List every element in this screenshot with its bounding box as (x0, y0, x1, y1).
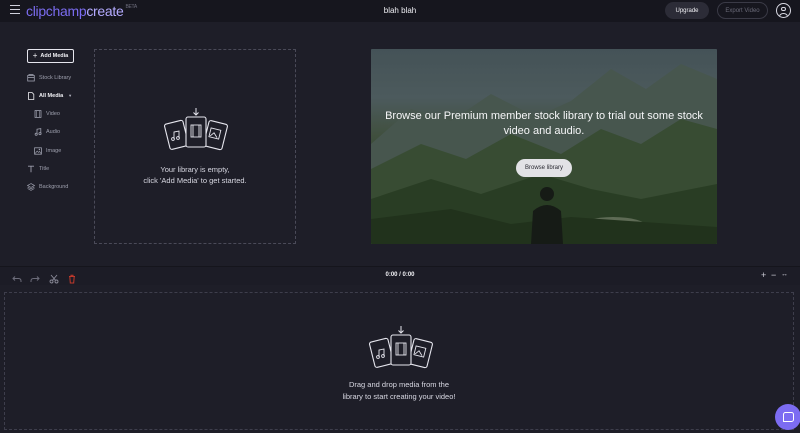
title-icon (28, 165, 34, 172)
sidebar-item-label: Background (39, 183, 69, 190)
zoom-out-icon[interactable]: − (771, 269, 776, 281)
promo-text-line2: video and audio. (503, 125, 585, 137)
media-library-panel[interactable]: Your library is empty, click 'Add Media'… (94, 49, 296, 244)
add-media-label: Add Media (40, 53, 69, 59)
add-media-button[interactable]: + Add Media (27, 49, 74, 63)
sidebar-item-label: All Media (39, 92, 64, 99)
sidebar-item-label: Title (39, 165, 50, 172)
sidebar-item-label: Audio (46, 128, 61, 135)
layers-icon (27, 182, 35, 191)
sidebar-item-label: Image (46, 147, 62, 154)
undo-icon[interactable] (12, 271, 22, 282)
film-icon (34, 109, 42, 118)
timeline-drop-message: Drag and drop media from the library to … (5, 379, 793, 403)
library-empty-line1: Your library is empty, (160, 165, 230, 174)
promo-text-line1: Browse our Premium member stock library … (385, 110, 703, 122)
document-icon (28, 91, 35, 100)
top-bar: clipchampcreate BETA blah blah Upgrade Ex… (0, 0, 800, 22)
stock-library-icon (27, 73, 35, 81)
upgrade-button[interactable]: Upgrade (665, 2, 709, 19)
project-title[interactable]: blah blah (340, 6, 460, 15)
media-files-icon (368, 326, 433, 369)
sidebar-item-all-media[interactable]: All Media ▼ (27, 90, 72, 101)
beta-badge: BETA (125, 4, 137, 10)
timeline-drop-line2: library to start creating your video! (342, 392, 456, 401)
timeline-drop-zone[interactable]: Drag and drop media from the library to … (4, 292, 794, 430)
browse-library-button[interactable]: Browse library (516, 159, 572, 177)
sidebar-item-video[interactable]: Video (34, 108, 60, 119)
library-empty-line2: click 'Add Media' to get started. (143, 176, 247, 185)
zoom-fit-icon[interactable]: ↔ (781, 269, 788, 281)
user-account-icon[interactable] (776, 3, 791, 18)
sidebar-item-image[interactable]: Image (34, 145, 61, 156)
media-files-icon (163, 108, 228, 151)
sidebar-item-background[interactable]: Background (27, 181, 68, 192)
timeline-toolbar: 0:00 / 0:00 + − ↔ (0, 267, 800, 285)
sidebar-item-title[interactable]: Title (27, 163, 49, 174)
library-empty-message: Your library is empty, click 'Add Media'… (95, 164, 295, 186)
logo-text-clipchamp: clipchamp (26, 3, 87, 19)
sidebar-item-stock-library[interactable]: Stock Library (27, 72, 71, 83)
hamburger-menu-icon[interactable] (10, 5, 20, 15)
logo-text-create: create (86, 3, 124, 19)
split-scissors-icon[interactable] (49, 271, 59, 284)
sidebar-item-label: Video (46, 110, 60, 117)
timeline-drop-line1: Drag and drop media from the (348, 380, 450, 389)
timecode-display: 0:00 / 0:00 (385, 272, 415, 278)
chevron-down-icon: ▼ (68, 93, 73, 98)
sidebar-item-audio[interactable]: Audio (34, 126, 60, 137)
plus-icon: + (32, 51, 38, 60)
promo-dark-overlay (371, 49, 717, 244)
app-logo[interactable]: clipchampcreate BETA (26, 3, 137, 19)
chat-support-icon[interactable] (775, 404, 800, 430)
delete-trash-icon[interactable] (67, 271, 77, 284)
image-icon (34, 146, 42, 155)
promo-message: Browse our Premium member stock library … (381, 109, 707, 139)
redo-icon[interactable] (30, 271, 40, 282)
sidebar-item-label: Stock Library (39, 74, 72, 81)
zoom-in-icon[interactable]: + (761, 269, 766, 281)
export-video-button[interactable]: Export Video (717, 2, 768, 19)
music-note-icon (34, 127, 42, 136)
stock-library-promo: Browse our Premium member stock library … (371, 49, 717, 244)
